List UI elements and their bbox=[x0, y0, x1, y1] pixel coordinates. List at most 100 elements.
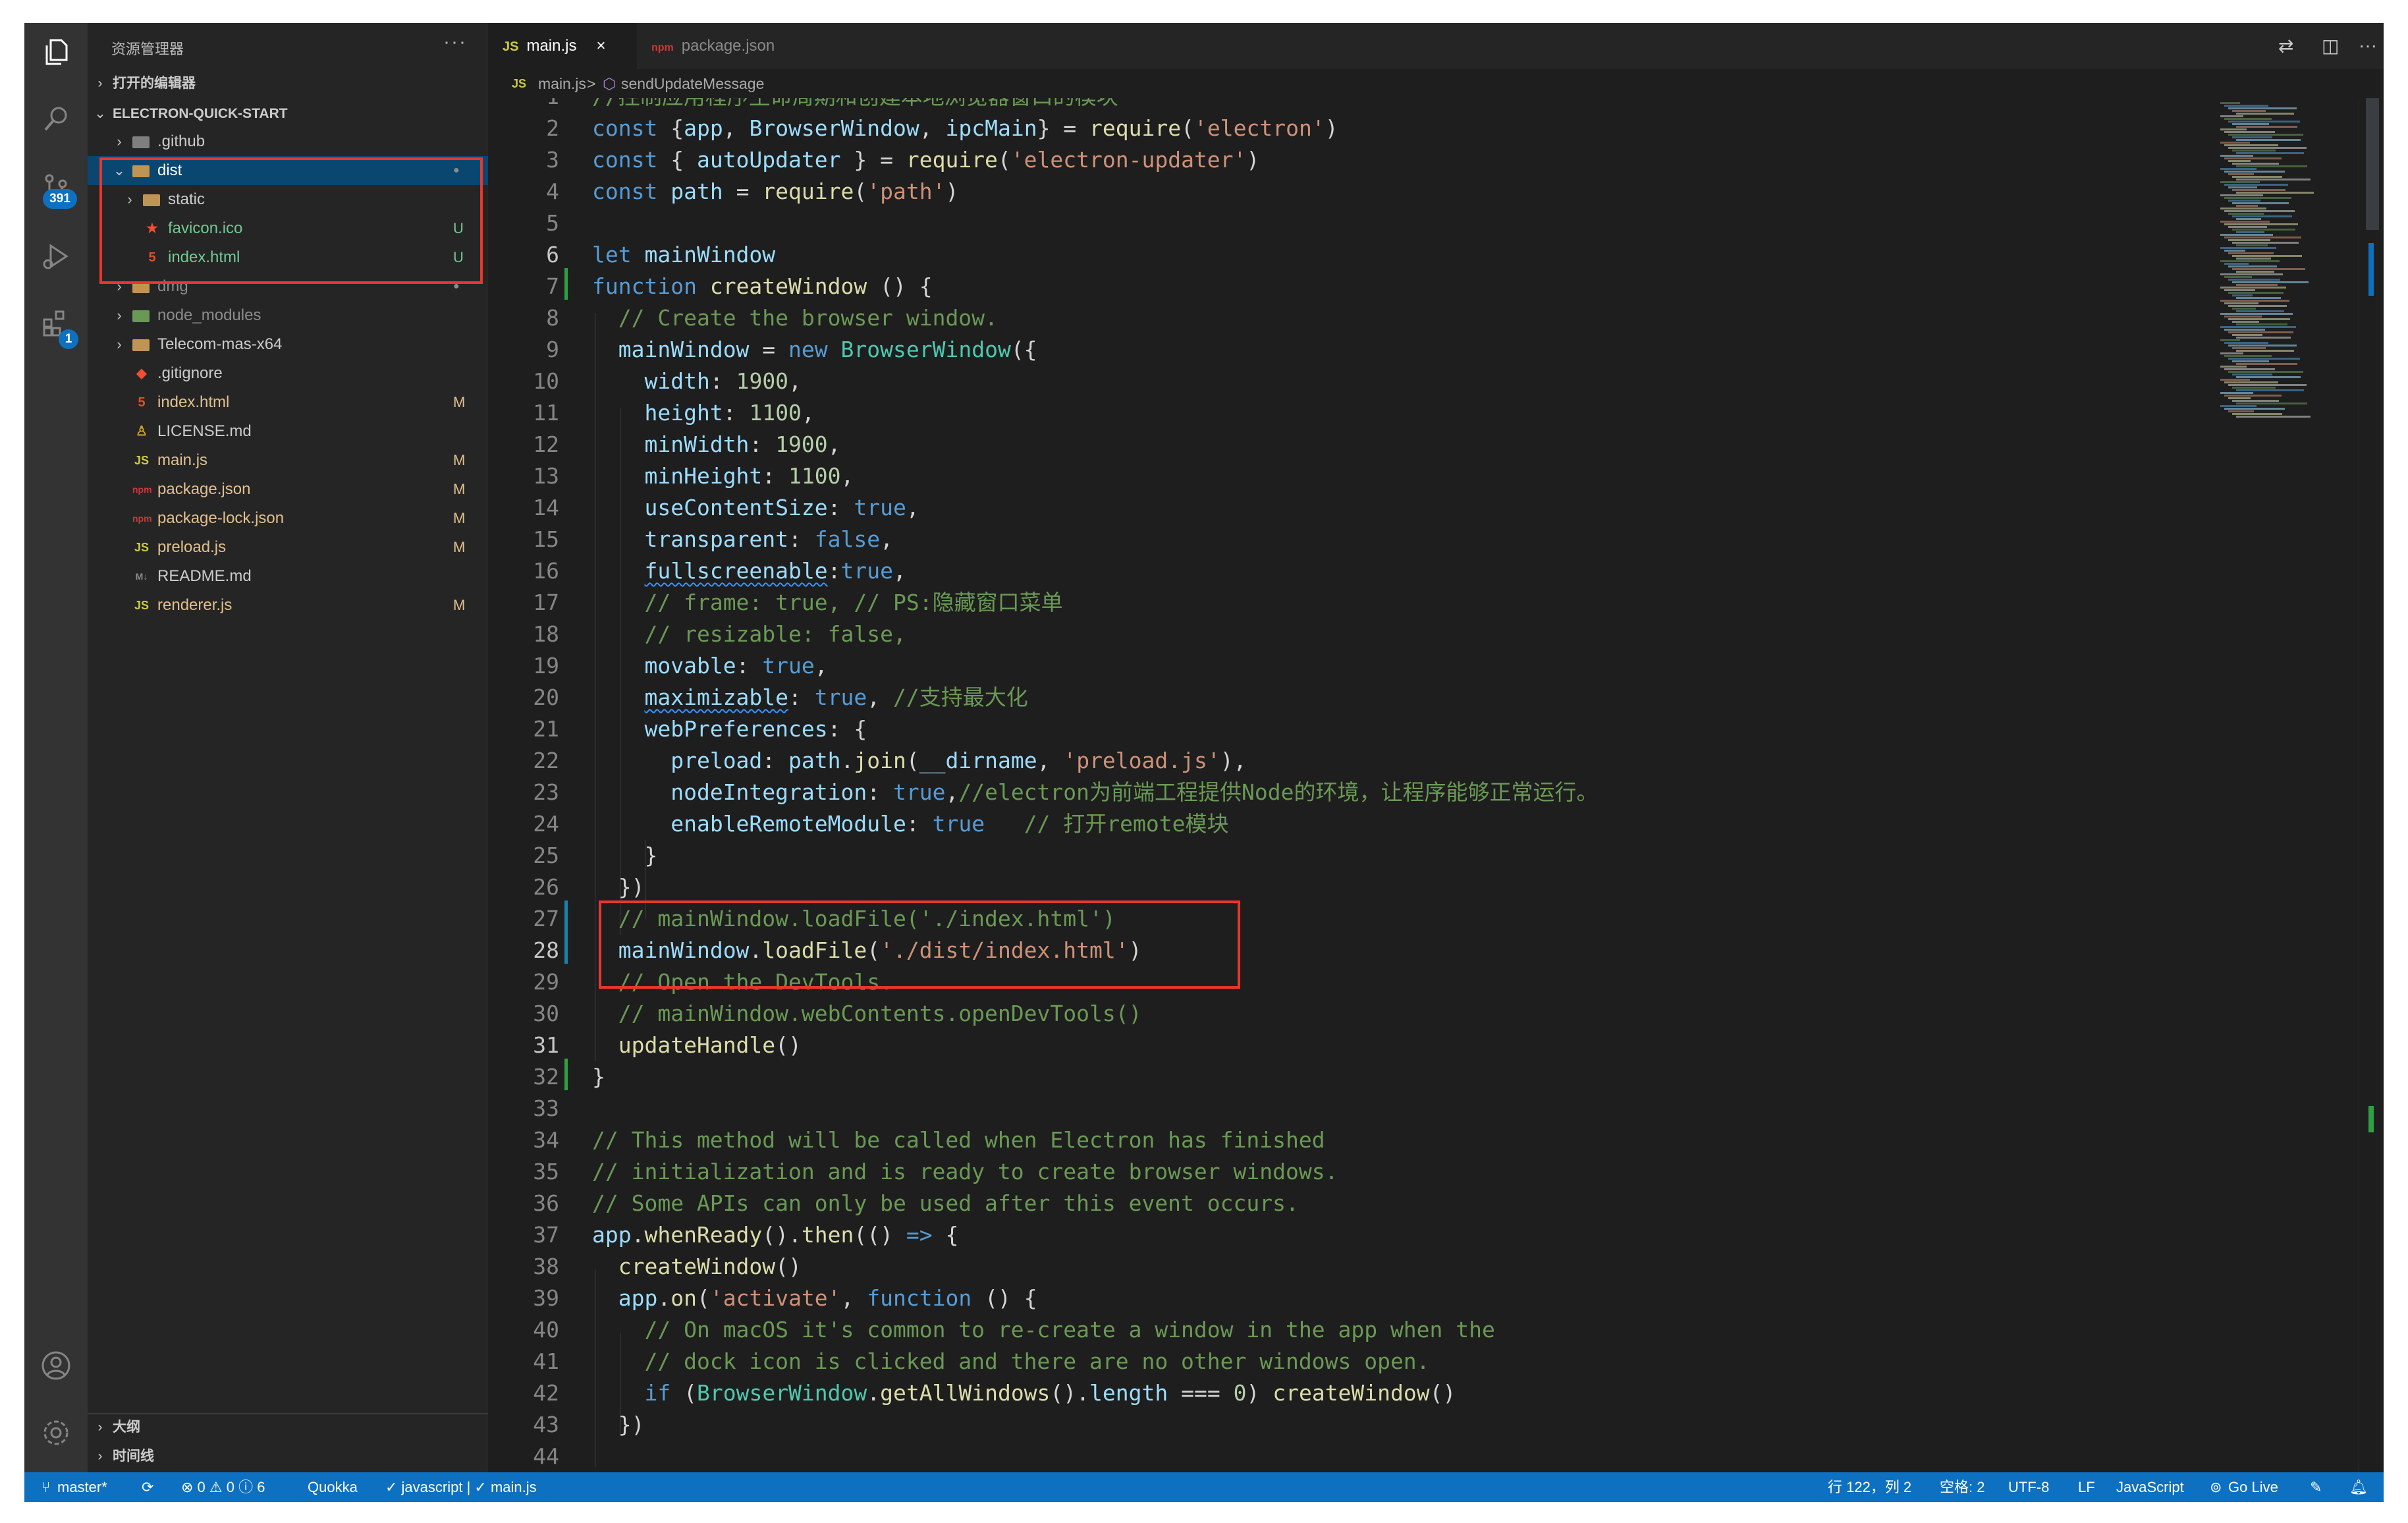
code-line-6: let mainWindow bbox=[592, 242, 776, 267]
minimap-line bbox=[2232, 413, 2282, 415]
feedback-icon[interactable]: ✎ bbox=[2310, 1472, 2322, 1502]
line-number: 4 bbox=[546, 179, 559, 204]
minimap-line bbox=[2228, 410, 2254, 412]
tree-file-gitignore[interactable]: ◆ .gitignore bbox=[88, 359, 488, 388]
code-line-35: // initialization and is ready to create… bbox=[592, 1159, 1338, 1184]
minimap-line bbox=[2232, 163, 2279, 165]
line-number: 3 bbox=[546, 147, 559, 173]
minimap-line bbox=[2224, 197, 2291, 199]
indentation[interactable]: 空格: 2 bbox=[1940, 1472, 1984, 1502]
minimap-line bbox=[2220, 115, 2243, 117]
tree-file-main-js[interactable]: JS main.js M bbox=[88, 446, 488, 475]
minimap-line bbox=[2236, 113, 2294, 115]
minimap-line bbox=[2236, 152, 2304, 154]
line-number: 20 bbox=[533, 684, 559, 710]
account-icon[interactable] bbox=[40, 1350, 72, 1381]
split-editor-icon[interactable]: ◫ bbox=[2322, 35, 2339, 57]
loadfile-highlight-box bbox=[599, 900, 1240, 989]
project-section[interactable]: ⌄ ELECTRON-QUICK-START bbox=[88, 101, 488, 127]
minimap-line bbox=[2232, 387, 2276, 389]
tree-folder-github[interactable]: › .github bbox=[88, 127, 488, 156]
timeline-section[interactable]: › 时间线 bbox=[88, 1443, 488, 1470]
activity-bar: 391 1 bbox=[24, 23, 88, 1472]
minimap-line bbox=[2220, 208, 2266, 209]
line-number: 32 bbox=[533, 1064, 559, 1090]
tree-file-renderer-js[interactable]: JS renderer.js M bbox=[88, 591, 488, 620]
go-live-button[interactable]: Go Live bbox=[2228, 1472, 2278, 1502]
line-number: 31 bbox=[533, 1032, 559, 1058]
encoding[interactable]: UTF-8 bbox=[2008, 1472, 2049, 1502]
line-number: 10 bbox=[533, 368, 559, 394]
line-number: 41 bbox=[533, 1348, 559, 1374]
tree-file-readme[interactable]: M↓ README.md bbox=[88, 562, 488, 591]
minimap-line bbox=[2232, 400, 2279, 402]
compare-changes-icon[interactable]: ⇄ bbox=[2278, 35, 2293, 57]
explorer-title: 资源管理器 bbox=[111, 41, 184, 57]
close-icon[interactable]: × bbox=[597, 37, 606, 55]
minimap[interactable] bbox=[2214, 98, 2359, 1472]
minimap-line bbox=[2228, 371, 2303, 373]
explorer-icon[interactable] bbox=[40, 36, 72, 68]
tab-package-json[interactable]: npm package.json bbox=[637, 23, 802, 69]
tree-file-preload-js[interactable]: JS preload.js M bbox=[88, 533, 488, 562]
line-number: 44 bbox=[533, 1443, 559, 1469]
tree-folder-node-modules[interactable]: › node_modules bbox=[88, 301, 488, 330]
settings-gear-icon[interactable] bbox=[40, 1417, 72, 1449]
line-number: 1 bbox=[488, 98, 559, 113]
line-number: 5 bbox=[546, 210, 559, 236]
run-debug-icon[interactable] bbox=[40, 240, 72, 272]
quokka-status[interactable]: Quokka bbox=[308, 1472, 358, 1502]
sync-icon[interactable]: ⟳ bbox=[142, 1472, 153, 1502]
folder-icon bbox=[132, 136, 150, 148]
minimap-line bbox=[2232, 374, 2272, 375]
more-actions-icon[interactable]: ··· bbox=[443, 31, 467, 53]
minimap-line bbox=[2232, 136, 2272, 138]
tree-file-index-html[interactable]: 5 index.html M bbox=[88, 388, 488, 417]
minimap-line bbox=[2228, 358, 2300, 360]
eslint-status[interactable]: ✓ javascript | ✓ main.js bbox=[385, 1472, 537, 1502]
line-number: 28 bbox=[533, 937, 559, 963]
minimap-line bbox=[2232, 176, 2282, 178]
js-file-icon: JS bbox=[503, 40, 519, 54]
js-file-icon: JS bbox=[512, 77, 527, 90]
scrollbar-thumb[interactable] bbox=[2366, 98, 2379, 230]
cursor-position[interactable]: 行 122，列 2 bbox=[1828, 1472, 1911, 1502]
search-icon[interactable] bbox=[40, 103, 72, 135]
minimap-line bbox=[2228, 265, 2277, 267]
minimap-line bbox=[2236, 258, 2271, 260]
breadcrumb-symbol[interactable]: sendUpdateMessage bbox=[621, 69, 764, 98]
minimap-line bbox=[2232, 242, 2299, 244]
tab-main-js[interactable]: JS main.js × bbox=[488, 23, 637, 69]
code-line-17: // frame: true, // PS:隐藏窗口菜单 bbox=[644, 590, 1063, 615]
minimap-line bbox=[2228, 252, 2274, 254]
minimap-line bbox=[2236, 337, 2291, 339]
code-line-36: // Some APIs can only be used after this… bbox=[592, 1190, 1299, 1216]
more-actions-icon[interactable]: ··· bbox=[2359, 35, 2377, 56]
code-line-16: fullscreenable:true, bbox=[644, 558, 906, 584]
minimap-line bbox=[2220, 366, 2247, 368]
tree-folder-telecom[interactable]: › Telecom-mas-x64 bbox=[88, 330, 488, 359]
notifications-bell-icon[interactable]: 🔔︎ bbox=[2349, 1472, 2368, 1502]
code-line-38: createWindow() bbox=[618, 1254, 802, 1279]
problems-indicator[interactable]: ⊗ 0 ⚠ 0 ⓘ 6 bbox=[181, 1472, 265, 1502]
breadcrumb-file[interactable]: main.js bbox=[538, 69, 586, 98]
code-line-40: // On macOS it's common to re-create a w… bbox=[644, 1317, 1495, 1343]
end-of-line[interactable]: LF bbox=[2078, 1472, 2095, 1502]
vertical-scrollbar[interactable] bbox=[2359, 98, 2384, 1472]
open-editors-section[interactable]: › 打开的编辑器 bbox=[88, 70, 488, 97]
language-mode[interactable]: JavaScript bbox=[2116, 1472, 2184, 1502]
minimap-line bbox=[2220, 247, 2276, 249]
minimap-line bbox=[2228, 279, 2280, 281]
code-line-12: minWidth: 1900, bbox=[644, 431, 841, 457]
code-editor[interactable]: 1234567891011121314151617181920212223242… bbox=[488, 98, 2214, 1472]
minimap-line bbox=[2236, 205, 2258, 207]
git-branch[interactable]: master* bbox=[57, 1472, 107, 1502]
tree-file-package-lock[interactable]: npm package-lock.json M bbox=[88, 504, 488, 533]
tree-file-license[interactable]: ♙ LICENSE.md bbox=[88, 417, 488, 446]
minimap-line bbox=[2232, 123, 2269, 125]
minimap-line bbox=[2228, 160, 2251, 162]
outline-section[interactable]: › 大纲 bbox=[88, 1414, 488, 1441]
tree-file-package-json[interactable]: npm package.json M bbox=[88, 475, 488, 504]
minimap-line bbox=[2224, 329, 2265, 331]
minimap-line bbox=[2228, 226, 2267, 228]
